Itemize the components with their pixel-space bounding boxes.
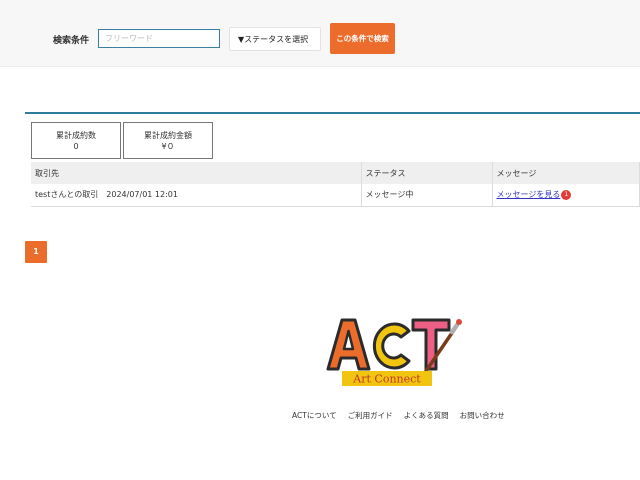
footer-link-contact[interactable]: お問い合わせ xyxy=(460,410,505,421)
table-header-row: 取引先 ステータス メッセージ xyxy=(31,162,640,184)
partner-cell: testさんとの取引 2024/07/01 12:01 xyxy=(31,184,362,207)
total-amount-label: 累計成約金額 xyxy=(144,131,192,140)
message-cell: メッセージを見る 1 xyxy=(492,184,640,207)
footer-link-guide[interactable]: ご利用ガイド xyxy=(348,410,393,421)
page-1-button[interactable]: 1 xyxy=(25,241,47,263)
search-button[interactable]: この条件で検索 xyxy=(330,23,395,54)
footer-link-about[interactable]: ACTについて xyxy=(292,410,337,421)
deals-table: 取引先 ステータス メッセージ testさんとの取引 2024/07/01 12… xyxy=(31,162,640,207)
total-contracts-label: 累計成約数 xyxy=(56,131,96,140)
search-input[interactable] xyxy=(98,29,220,48)
section-divider xyxy=(25,112,640,114)
header-message: メッセージ xyxy=(492,162,640,184)
header-status: ステータス xyxy=(361,162,493,184)
footer-links: ACTについて ご利用ガイド よくある質問 お問い合わせ xyxy=(292,410,505,421)
search-bar: 検索条件 ▼ステータスを選択 この条件で検索 xyxy=(0,0,640,67)
table-row: testさんとの取引 2024/07/01 12:01 メッセージ中 メッセージ… xyxy=(31,184,640,207)
view-message-link[interactable]: メッセージを見る xyxy=(497,190,561,199)
logo-tagline: Art Connect xyxy=(352,373,421,386)
total-amount-box: 累計成約金額 ¥０ xyxy=(123,122,213,159)
search-label: 検索条件 xyxy=(53,36,90,46)
status-select[interactable]: ▼ステータスを選択 xyxy=(229,27,321,51)
total-contracts-box: 累計成約数 0 xyxy=(31,122,121,159)
status-cell: メッセージ中 xyxy=(361,184,493,207)
logo-letter-c xyxy=(372,322,411,370)
header-partner: 取引先 xyxy=(31,162,362,184)
unread-badge: 1 xyxy=(561,190,572,201)
act-logo[interactable]: Art Connect xyxy=(322,316,466,390)
logo-letter-a xyxy=(326,318,371,371)
total-contracts-value: 0 xyxy=(73,142,79,151)
footer-link-faq[interactable]: よくある質問 xyxy=(404,410,449,421)
total-amount-value: ¥０ xyxy=(161,142,175,151)
